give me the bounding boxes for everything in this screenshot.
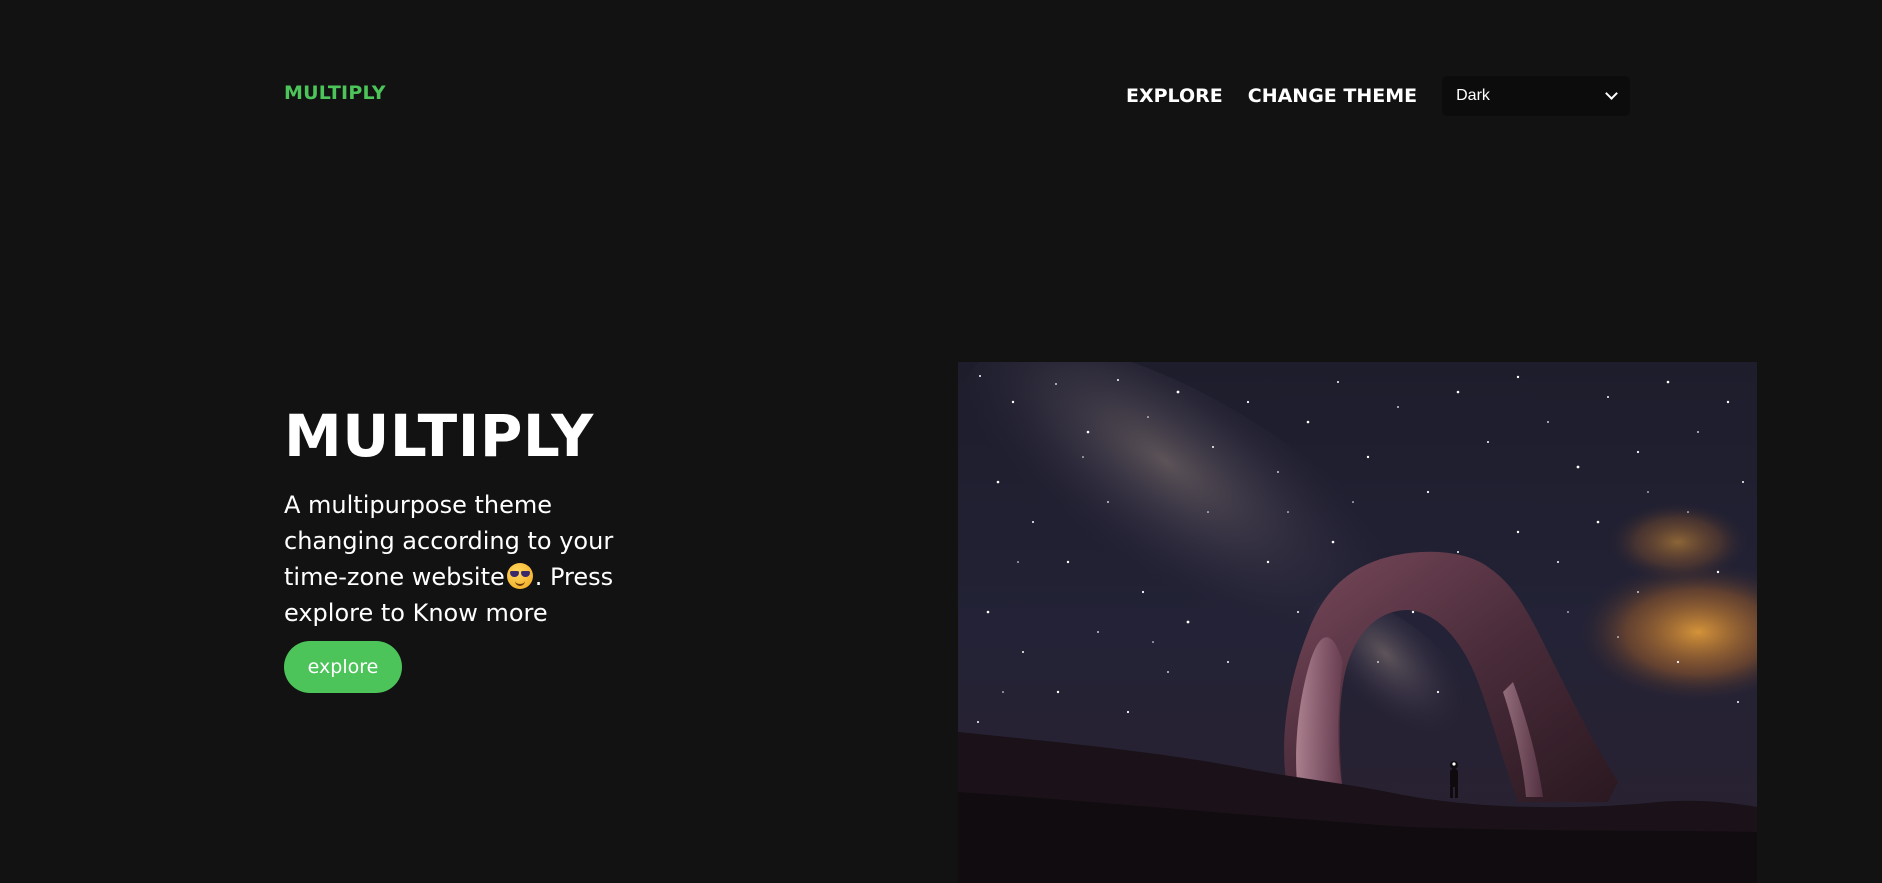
theme-select[interactable]: Dark	[1442, 76, 1631, 116]
hero-title: MULTIPLY	[284, 402, 594, 470]
hero-description: A multipurpose theme changing according …	[284, 487, 629, 631]
theme-select-value: Dark	[1456, 87, 1490, 104]
nav-link-explore[interactable]: EXPLORE	[1126, 85, 1223, 107]
nav-link-change-theme[interactable]: CHANGE THEME	[1248, 85, 1417, 107]
hero-image	[958, 362, 1757, 883]
page: MULTIPLY EXPLORE CHANGE THEME Dark MULTI…	[0, 0, 1882, 883]
main-nav: EXPLORE CHANGE THEME Dark	[1126, 76, 1631, 116]
brand-logo[interactable]: MULTIPLY	[284, 82, 386, 104]
chevron-down-icon	[1605, 87, 1618, 100]
explore-button[interactable]: explore	[284, 641, 402, 693]
smiling-face-with-sunglasses-icon	[506, 563, 533, 589]
